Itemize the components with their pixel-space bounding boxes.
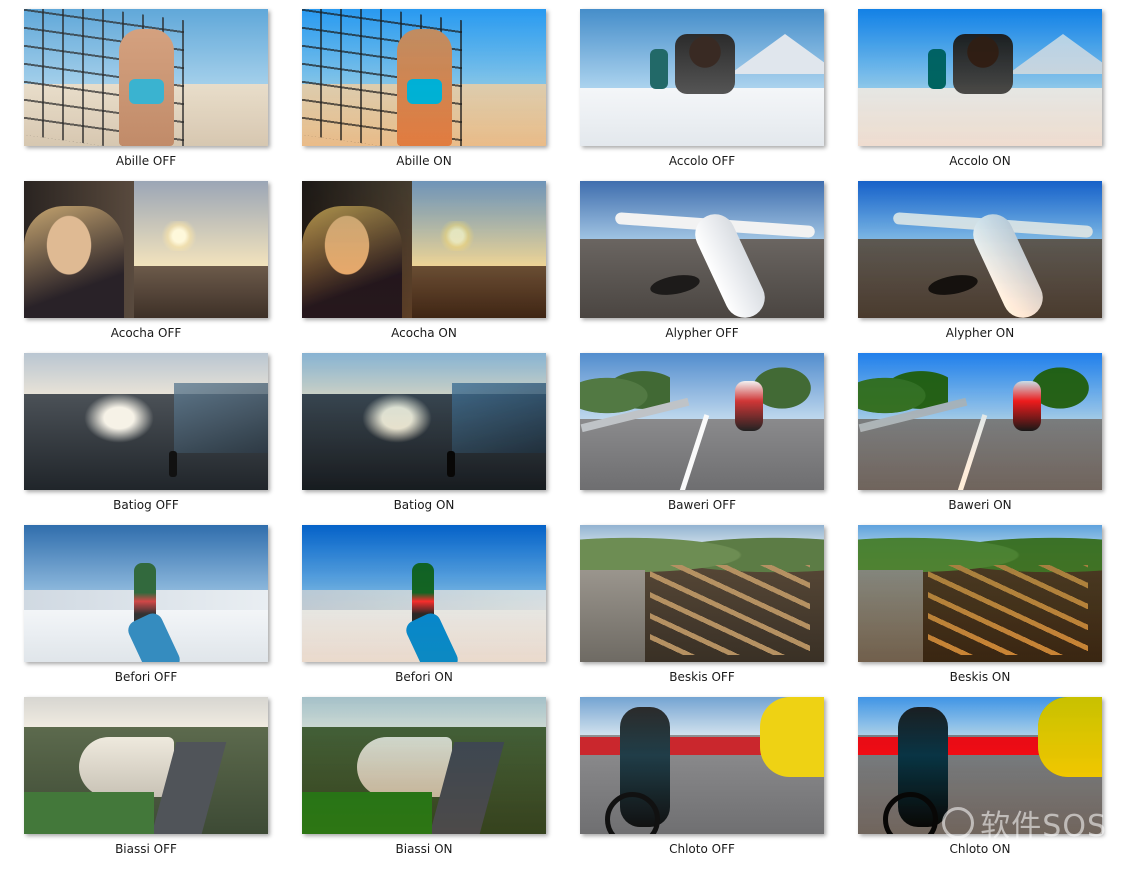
thumbnail-caption: Batiog OFF (113, 498, 179, 512)
thumbnail-caption: Batiog ON (393, 498, 455, 512)
thumbnail-image[interactable] (24, 181, 268, 318)
person (169, 451, 177, 477)
thumbnail-image[interactable] (580, 353, 824, 490)
building (79, 737, 174, 797)
thumbnail-tile[interactable]: Biassi OFF (24, 697, 270, 869)
thumbnail-caption: Abille OFF (115, 154, 177, 168)
filter-overlay (302, 9, 546, 146)
filter-overlay (302, 525, 546, 662)
yellow (760, 697, 824, 777)
watermark: 软件SOS (942, 801, 1107, 845)
thumbnail-caption: Baweri ON (948, 498, 1012, 512)
thumbnail-image[interactable] (24, 697, 268, 834)
watermark-logo-icon (942, 807, 975, 839)
thumbnail-tile[interactable]: Abille ON (302, 9, 548, 181)
mountain (730, 34, 824, 74)
thumbnail-tile[interactable]: Batiog OFF (24, 353, 270, 525)
thumbnail-tile[interactable]: Acocha ON (302, 181, 548, 353)
frame (650, 565, 810, 655)
thumbnail-image[interactable] (858, 9, 1102, 146)
thumbnail-tile[interactable]: Befori OFF (24, 525, 270, 697)
thumbnail-caption: Biassi ON (395, 842, 453, 856)
glare (84, 393, 154, 443)
sun (159, 221, 199, 251)
thumbnail-grid: Abille OFF Abille ON Accolo OFF Accolo ON Ac… (24, 9, 1104, 869)
people (675, 34, 735, 94)
thumbnail-image[interactable] (580, 697, 824, 834)
filter-overlay (302, 353, 546, 490)
thumbnail-image[interactable] (24, 353, 268, 490)
thumbnail-image[interactable] (302, 9, 546, 146)
lawn (24, 792, 154, 834)
thumbnail-image[interactable] (302, 697, 546, 834)
thumbnail-image[interactable] (858, 525, 1102, 662)
waves (174, 383, 268, 453)
thumbnail-tile[interactable]: Chloto OFF (580, 697, 826, 869)
filter-overlay (858, 525, 1102, 662)
thumbnail-caption: Abille ON (396, 154, 452, 168)
thumbnail-tile[interactable]: Beskis OFF (580, 525, 826, 697)
person (24, 206, 124, 318)
thumbnail-image[interactable] (24, 525, 268, 662)
thumbnail-image[interactable] (858, 353, 1102, 490)
person2 (650, 49, 668, 89)
thumbnail-image[interactable] (580, 181, 824, 318)
thumbnail-tile[interactable]: Accolo OFF (580, 9, 826, 181)
thumbnail-image[interactable] (302, 353, 546, 490)
path (580, 570, 645, 662)
ground (580, 88, 824, 146)
thumbnail-tile[interactable]: Beskis ON (858, 525, 1104, 697)
cyclist (735, 381, 763, 431)
thumbnail-caption: Chloto OFF (669, 842, 735, 856)
thumbnail-tile[interactable]: Baweri ON (858, 353, 1104, 525)
thumbnail-caption: Biassi OFF (115, 842, 177, 856)
filter-overlay (302, 697, 546, 834)
thumbnail-tile[interactable]: Baweri OFF (580, 353, 826, 525)
filter-overlay (858, 353, 1102, 490)
thumbnail-caption: Befori ON (395, 670, 453, 684)
filter-overlay (858, 9, 1102, 146)
sky (24, 697, 268, 728)
thumbnail-caption: Acocha ON (391, 326, 457, 340)
thumbnail-caption: Baweri OFF (667, 498, 737, 512)
thumbnail-tile[interactable]: Alypher OFF (580, 181, 826, 353)
thumbnail-tile[interactable]: Abille OFF (24, 9, 270, 181)
watermark-text: 软件SOS (980, 809, 1107, 844)
thumbnail-caption: Alypher ON (945, 326, 1015, 340)
thumbnail-caption: Acocha OFF (110, 326, 182, 340)
thumbnail-image[interactable] (580, 9, 824, 146)
thumbnail-image[interactable] (24, 9, 268, 146)
thumbnail-image[interactable] (858, 181, 1102, 318)
thumbnail-caption: Beskis ON (949, 670, 1011, 684)
thumbnail-image[interactable] (302, 525, 546, 662)
thumbnail-image[interactable] (580, 525, 824, 662)
thumbnail-caption: Accolo ON (949, 154, 1011, 168)
filter-overlay (858, 181, 1102, 318)
filter-overlay (302, 181, 546, 318)
thumbnail-tile[interactable]: Befori ON (302, 525, 548, 697)
thumbnail-caption: Befori OFF (114, 670, 178, 684)
thumbnail-image[interactable] (302, 181, 546, 318)
thumbnail-caption: Accolo OFF (668, 154, 736, 168)
thumbnail-caption: Beskis OFF (669, 670, 735, 684)
swim (129, 79, 164, 104)
thumbnail-tile[interactable]: Biassi ON (302, 697, 548, 869)
thumbnail-tile[interactable]: Acocha OFF (24, 181, 270, 353)
thumbnail-tile[interactable]: Alypher ON (858, 181, 1104, 353)
thumbnail-tile[interactable]: Accolo ON (858, 9, 1104, 181)
thumbnail-tile[interactable]: Batiog ON (302, 353, 548, 525)
thumbnail-caption: Alypher OFF (665, 326, 739, 340)
